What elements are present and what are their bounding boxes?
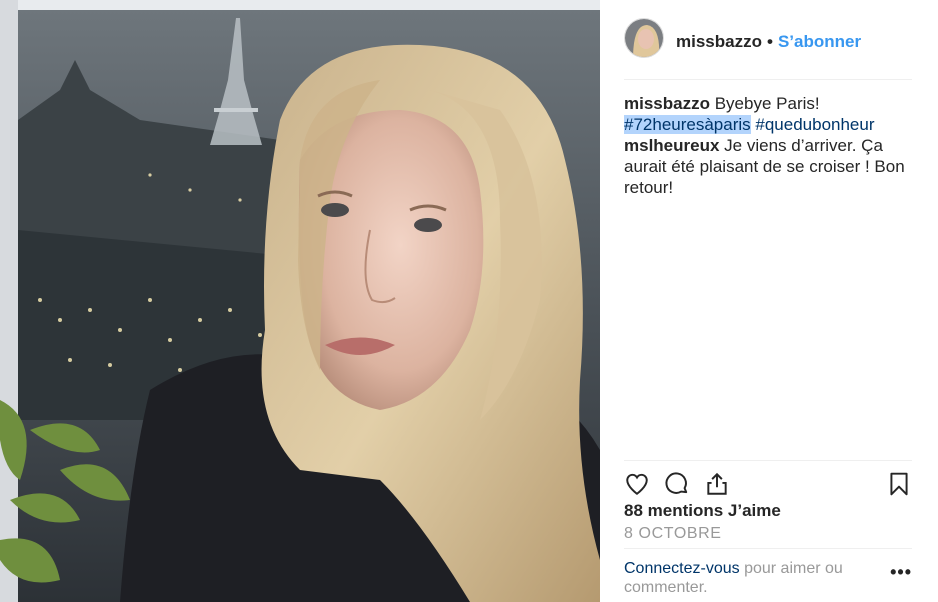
caption-comment: missbazzo Byebye Paris! #72heuresàparis … xyxy=(624,93,914,135)
selfie-image xyxy=(0,0,600,602)
header-username[interactable]: missbazzo xyxy=(676,32,762,52)
avatar-image xyxy=(625,19,663,57)
more-options-icon[interactable]: ••• xyxy=(890,563,912,582)
comment-username[interactable]: mslheureux xyxy=(624,136,719,155)
share-icon[interactable] xyxy=(704,471,730,497)
post-photo[interactable] xyxy=(0,0,600,602)
hashtag-link[interactable]: #quedubonheur xyxy=(755,115,874,134)
post-header: missbazzo • S’abonner xyxy=(624,18,912,80)
caption-username[interactable]: missbazzo xyxy=(624,94,710,113)
post-date[interactable]: 8 OCTOBRE xyxy=(624,525,722,543)
caption-line: missbazzo Byebye Paris! xyxy=(624,93,914,114)
caption-text: Byebye Paris! xyxy=(714,94,820,113)
bookmark-icon[interactable] xyxy=(886,471,912,497)
comments-list: missbazzo Byebye Paris! #72heuresàparis … xyxy=(624,93,914,198)
header-separator: • xyxy=(766,32,773,51)
hashtag-link[interactable]: #72heuresàparis xyxy=(624,115,751,134)
comment-item: mslheureux Je viens d’arriver. Ça aurait… xyxy=(624,135,914,198)
caption-hashtags: #72heuresàparis #quedubonheur xyxy=(624,114,914,135)
avatar[interactable] xyxy=(624,18,664,58)
login-prompt: Connectez-vous pour aimer ou commenter. … xyxy=(624,548,912,597)
likes-count[interactable]: 88 mentions J’aime xyxy=(624,501,781,521)
post-sidebar: missbazzo • S’abonner missbazzo Byebye P… xyxy=(600,0,938,602)
login-link[interactable]: Connectez-vous xyxy=(624,560,740,577)
heart-icon[interactable] xyxy=(624,471,650,497)
action-bar xyxy=(624,460,912,506)
comment-icon[interactable] xyxy=(664,471,690,497)
follow-button[interactable]: S’abonner xyxy=(778,32,861,52)
instagram-post: missbazzo • S’abonner missbazzo Byebye P… xyxy=(0,0,938,602)
